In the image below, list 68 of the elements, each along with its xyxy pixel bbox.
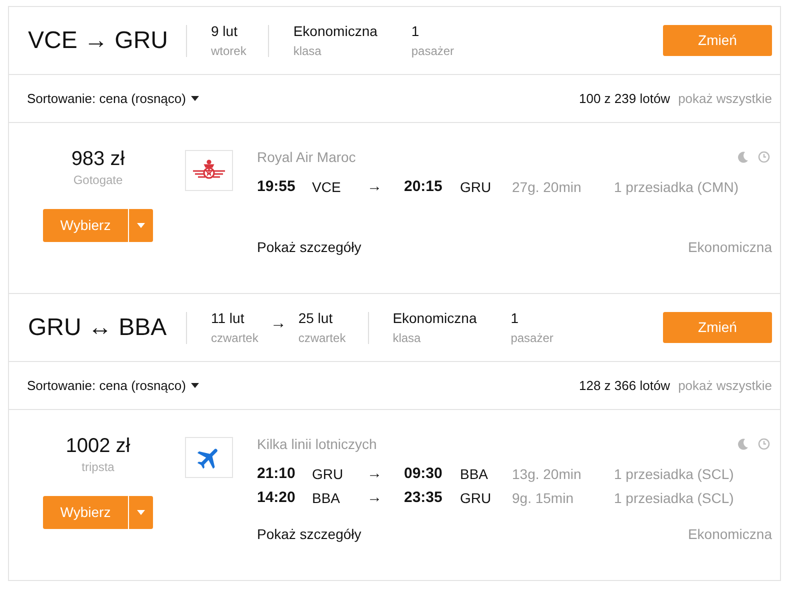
date-text: 11 lut: [211, 308, 246, 328]
clock-icon: [758, 151, 770, 163]
change-button[interactable]: Zmień: [663, 312, 772, 343]
duration-text: 13g. 20min: [512, 464, 582, 484]
date-text: 25 lut: [298, 308, 334, 328]
airport-code: BBA: [460, 464, 490, 484]
stops-text: 1 przesiadka (SCL): [614, 464, 734, 484]
date-arrow: →: [270, 314, 286, 334]
airport-code: GRU: [460, 178, 492, 196]
show-all-link[interactable]: pokaż wszystkie: [678, 88, 772, 108]
duration-text: 27g. 20min: [512, 178, 582, 197]
route-title: GRU ↔ BBA: [28, 316, 168, 340]
arrival-time: 20:15: [404, 176, 444, 197]
provider-label: tripsta: [82, 459, 114, 476]
price-text: 983 zł: [71, 147, 125, 171]
route-arrow: →: [367, 176, 383, 197]
airport-code: GRU: [460, 488, 492, 508]
field-label: klasa: [293, 42, 322, 60]
show-all-link[interactable]: pokaż wszystkie: [678, 376, 772, 396]
duration-text: 9g. 15min: [512, 488, 574, 508]
select-button[interactable]: Wybierz: [43, 496, 128, 529]
details-link[interactable]: Pokaż szczegóły: [257, 524, 362, 545]
price-text: 1002 zł: [66, 434, 130, 458]
caret-icon: [190, 96, 199, 101]
arrival-time: 09:30: [404, 464, 444, 484]
moon-icon: [737, 151, 749, 163]
field-label: pasażer: [411, 42, 456, 60]
airline-name: Royal Air Maroc: [257, 148, 357, 167]
select-button[interactable]: Wybierz: [43, 209, 128, 242]
moon-icon: [737, 438, 749, 450]
passenger-count: 1: [510, 308, 520, 328]
stops-text: 1 przesiadka (SCL): [614, 488, 734, 508]
day-label: wtorek: [211, 42, 246, 60]
caret-icon: [137, 223, 145, 228]
route-arrow: →: [367, 488, 383, 508]
results-count: 128 z 366 lotów: [579, 376, 670, 395]
airport-code: VCE: [312, 178, 342, 196]
passenger-count: 1: [411, 22, 420, 40]
route-arrow: →: [367, 464, 383, 484]
airport-code: BBA: [312, 488, 342, 508]
cabin-class: Ekonomiczna: [293, 22, 378, 40]
arrival-time: 23:35: [404, 488, 444, 508]
departure-time: 19:55: [257, 176, 296, 197]
change-button[interactable]: Zmień: [663, 25, 772, 56]
cabin-label: Ekonomiczna: [688, 238, 772, 257]
field-label: pasażer: [510, 330, 554, 346]
sort-dropdown[interactable]: Sortowanie: cena (rosnąco): [27, 376, 199, 396]
sort-dropdown[interactable]: Sortowanie: cena (rosnąco): [27, 88, 199, 108]
day-label: czwartek: [211, 330, 258, 346]
select-dropdown-button[interactable]: [129, 209, 153, 242]
provider-label: Gotogate: [73, 172, 123, 189]
route-title: VCE → GRU: [28, 28, 170, 52]
details-link[interactable]: Pokaż szczegóły: [257, 237, 362, 258]
caret-icon: [190, 383, 199, 388]
clock-icon: [758, 438, 770, 450]
airline-name: Kilka linii lotniczych: [257, 434, 378, 454]
cabin-label: Ekonomiczna: [688, 525, 772, 544]
departure-time: 21:10: [257, 464, 296, 484]
select-dropdown-button[interactable]: [129, 496, 153, 529]
cabin-class: Ekonomiczna: [392, 308, 478, 328]
airport-code: GRU: [312, 464, 344, 484]
caret-icon: [137, 510, 145, 515]
field-label: klasa: [392, 330, 422, 346]
departure-time: 14:20: [257, 488, 296, 508]
date-text: 9 lut: [211, 22, 238, 40]
stops-text: 1 przesiadka (CMN): [614, 178, 738, 197]
day-label: czwartek: [298, 330, 346, 346]
results-count: 100 z 239 lotów: [579, 90, 670, 108]
